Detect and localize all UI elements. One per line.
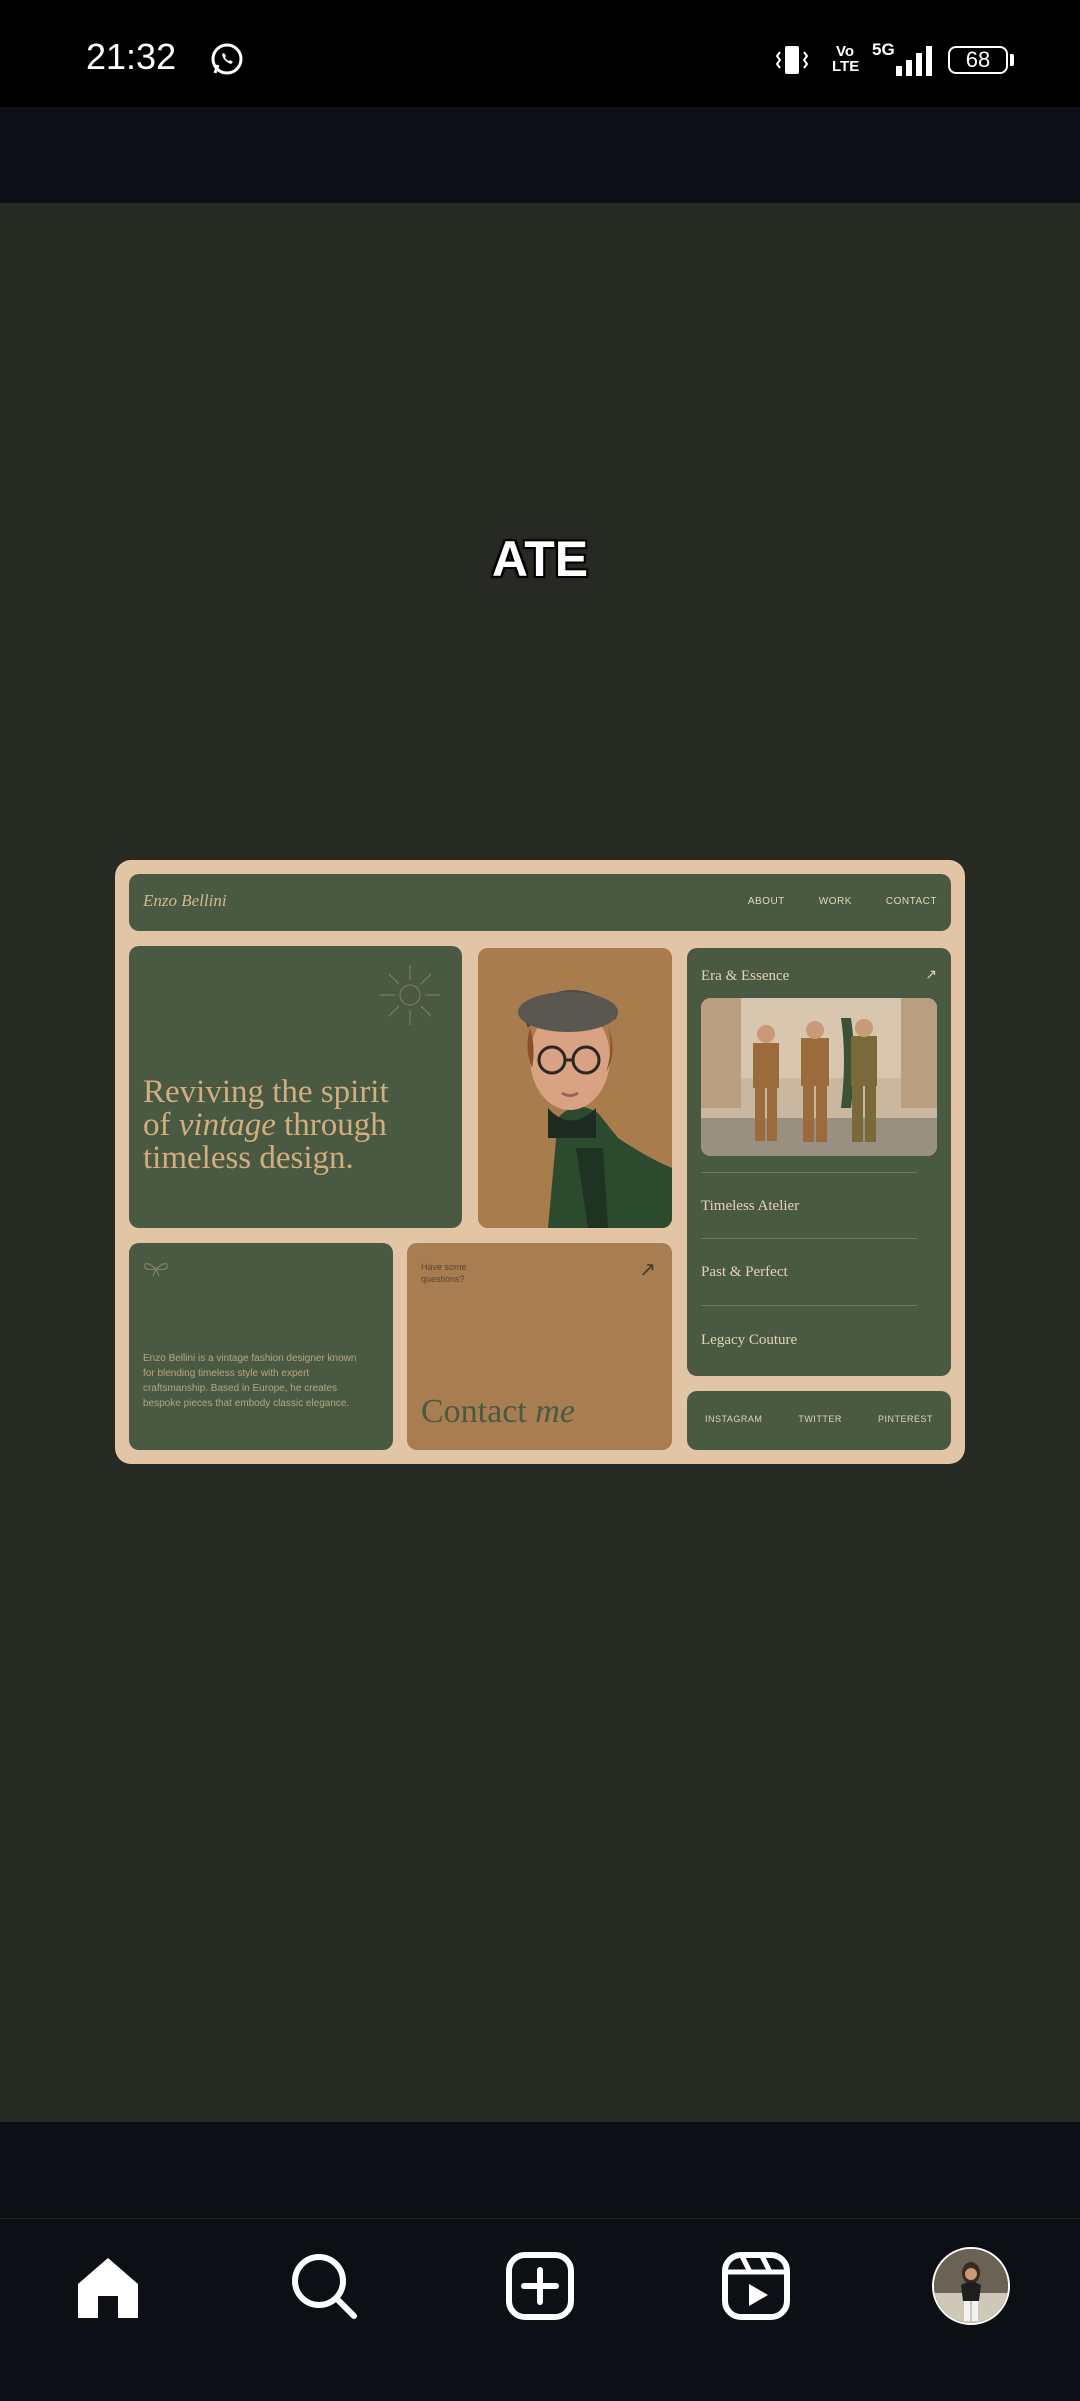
search-icon[interactable] xyxy=(288,2250,360,2322)
mockup-brand: Enzo Bellini xyxy=(143,891,227,910)
mockup-about-card: Enzo Bellini is a vintage fashion design… xyxy=(129,1243,393,1450)
create-icon[interactable] xyxy=(504,2250,576,2322)
collection-photo xyxy=(701,998,937,1156)
profile-avatar[interactable] xyxy=(932,2247,1010,2325)
mockup-portrait-image xyxy=(478,948,672,1228)
signal-icon xyxy=(896,46,932,76)
mockup-social-bar: INSTAGRAM TWITTER PINTEREST xyxy=(687,1391,951,1450)
collections-divider xyxy=(701,1305,917,1306)
arrow-up-right-icon: ↗ xyxy=(639,1259,656,1281)
arrow-up-right-icon: ↗ xyxy=(925,966,937,982)
collections-divider xyxy=(701,1238,917,1239)
collections-divider xyxy=(701,1172,917,1173)
mockup-nav-links: ABOUT WORK CONTACT xyxy=(748,896,937,907)
mockup-nav-work: WORK xyxy=(818,896,852,907)
home-icon[interactable] xyxy=(72,2250,144,2322)
mockup-hero-headline: Reviving the spirit of vintage through t… xyxy=(143,1076,389,1175)
bow-ornament-icon xyxy=(144,1263,168,1277)
top-band xyxy=(0,107,1080,203)
battery-tip xyxy=(1010,54,1014,66)
social-twitter: TWITTER xyxy=(798,1414,842,1424)
status-time: 21:32 xyxy=(86,36,177,77)
contact-question: Have some questions? xyxy=(421,1262,467,1284)
hero-line-2-post: through xyxy=(275,1107,387,1143)
hero-line-2-pre: of xyxy=(143,1107,179,1143)
social-instagram: INSTAGRAM xyxy=(705,1414,763,1424)
battery-level: 68 xyxy=(965,47,991,72)
about-text: Enzo Bellini is a vintage fashion design… xyxy=(143,1353,357,1409)
sun-ornament-icon xyxy=(380,965,440,1025)
mockup-navbar: Enzo Bellini ABOUT WORK CONTACT xyxy=(129,874,951,931)
status-bar: 21:32 Vo LTE 5G 68 xyxy=(0,0,1080,107)
reel-caption: ATE xyxy=(491,531,589,587)
contact-title-em: me xyxy=(535,1393,575,1430)
mockup-hero: Reviving the spirit of vintage through t… xyxy=(129,946,462,1228)
volte-indicator: Vo LTE xyxy=(832,43,860,75)
social-links: INSTAGRAM TWITTER PINTEREST xyxy=(687,1414,951,1424)
collection-item: Timeless Atelier xyxy=(701,1198,800,1214)
hero-line-2-em: vintage xyxy=(178,1107,276,1143)
contact-title-main: Contact xyxy=(421,1393,527,1430)
reels-icon[interactable] xyxy=(720,2250,792,2322)
collection-item: Legacy Couture xyxy=(701,1332,798,1348)
collection-item: Past & Perfect xyxy=(701,1264,788,1280)
bottom-band xyxy=(0,2122,1080,2218)
collections-title: Era & Essence xyxy=(701,968,790,984)
mockup-nav-contact: CONTACT xyxy=(885,896,937,907)
whatsapp-icon xyxy=(211,43,243,75)
hero-line-1: Reviving the spirit xyxy=(143,1074,389,1110)
portfolio-mockup: Enzo Bellini ABOUT WORK CONTACT Reviving… xyxy=(115,860,965,1464)
vibrate-icon xyxy=(775,46,809,74)
social-pinterest: PINTEREST xyxy=(877,1414,933,1424)
hero-line-3: timeless design. xyxy=(143,1140,354,1176)
mockup-collections-panel: Era & Essence ↗ Timeless Atelier Past & … xyxy=(687,948,951,1376)
mockup-nav-about: ABOUT xyxy=(747,896,785,907)
mockup-contact-card: Have some questions? ↗ Contact me xyxy=(407,1243,672,1450)
contact-title: Contact me xyxy=(421,1393,575,1431)
